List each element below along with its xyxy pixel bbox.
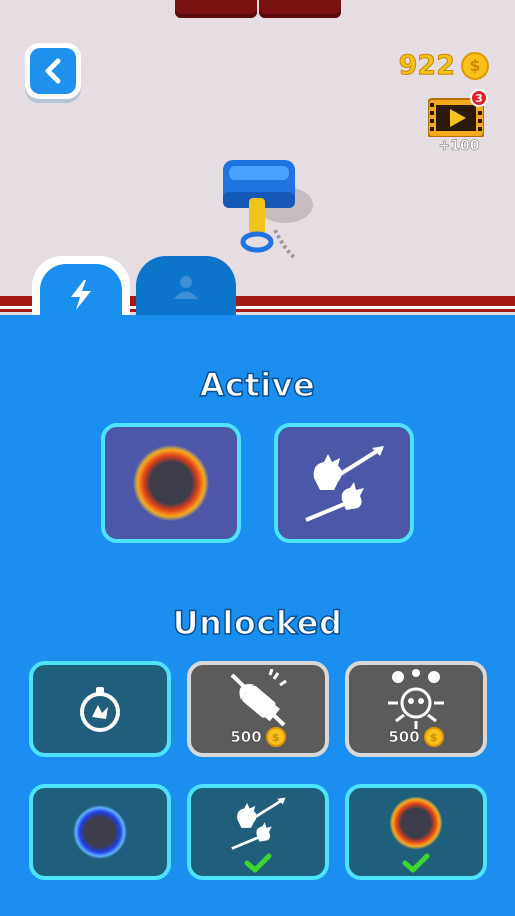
skull-spears-icon (231, 797, 286, 850)
checkmark-icon (402, 853, 430, 873)
skull-spears-icon (305, 446, 384, 522)
active-slot-2[interactable] (274, 423, 414, 543)
fire-ring-icon (133, 445, 209, 521)
lightning-icon (71, 280, 91, 310)
coin-icon: $ (461, 51, 489, 80)
unlocked-section-title: Unlocked (172, 603, 343, 643)
active-slot-1[interactable] (101, 423, 241, 543)
coin-count: 922 (398, 50, 455, 82)
bullet-icon (230, 669, 287, 727)
price-tag: 500 $ (349, 727, 483, 747)
tab-abilities[interactable] (32, 256, 130, 322)
watch-video-button[interactable]: 3 (427, 89, 488, 138)
hammer-character (223, 160, 313, 260)
coin-counter: 922 $ (398, 50, 489, 82)
coin-icon: $ (423, 727, 444, 747)
red-block (259, 0, 341, 18)
unlocked-slot-skull-spears[interactable] (187, 784, 329, 880)
price-text: 500 (388, 728, 420, 747)
unlocked-slot-stopwatch[interactable] (29, 661, 171, 757)
tab-profile[interactable] (136, 256, 236, 316)
price-text: 500 (230, 728, 262, 747)
unlocked-slot-fire-ring[interactable] (345, 784, 487, 880)
video-reward-label: +100 (438, 138, 480, 155)
back-button[interactable] (25, 43, 81, 99)
blue-ring-icon (73, 805, 127, 859)
red-block (175, 0, 257, 18)
active-section-title: Active (199, 365, 316, 405)
fire-ring-icon (389, 796, 443, 850)
unlocked-slot-blue-ring[interactable] (29, 784, 171, 880)
chevron-left-icon (45, 58, 61, 84)
stopwatch-icon (80, 687, 120, 732)
checkmark-icon (244, 853, 272, 873)
video-badge: 3 (470, 89, 488, 107)
price-tag: 500 $ (191, 727, 325, 747)
locked-slot-bullet[interactable]: 500 $ (187, 661, 329, 757)
locked-slot-skull-orbit[interactable]: 500 $ (345, 661, 487, 757)
coin-icon: $ (265, 727, 286, 747)
person-icon (174, 276, 198, 299)
skull-orbit-icon (388, 669, 444, 729)
